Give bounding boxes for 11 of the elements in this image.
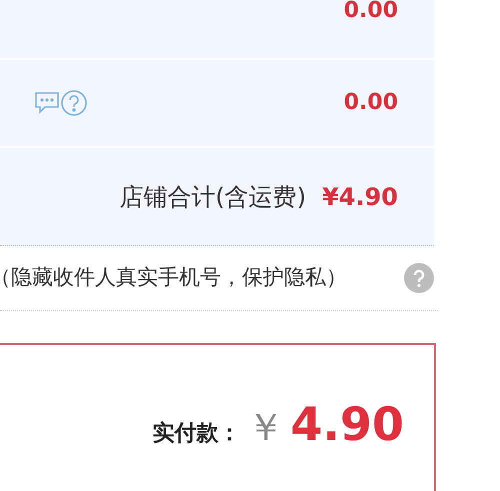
payment-label: 实付款：: [152, 420, 240, 448]
help-icon[interactable]: [404, 263, 434, 293]
fee-amount: 0.00: [344, 92, 398, 114]
shop-total-label: 店铺合计(含运费): [119, 182, 306, 212]
currency-symbol: ￥: [246, 404, 284, 452]
help-icon[interactable]: [60, 89, 88, 117]
shop-total-amount: ¥4.90: [322, 182, 398, 212]
chat-icon[interactable]: [34, 91, 60, 115]
fee-amount: 0.00: [344, 0, 398, 22]
payment-amount: 4.90: [290, 396, 404, 454]
privacy-option-label: （隐藏收件人真实手机号，保护隐私）: [0, 264, 347, 292]
